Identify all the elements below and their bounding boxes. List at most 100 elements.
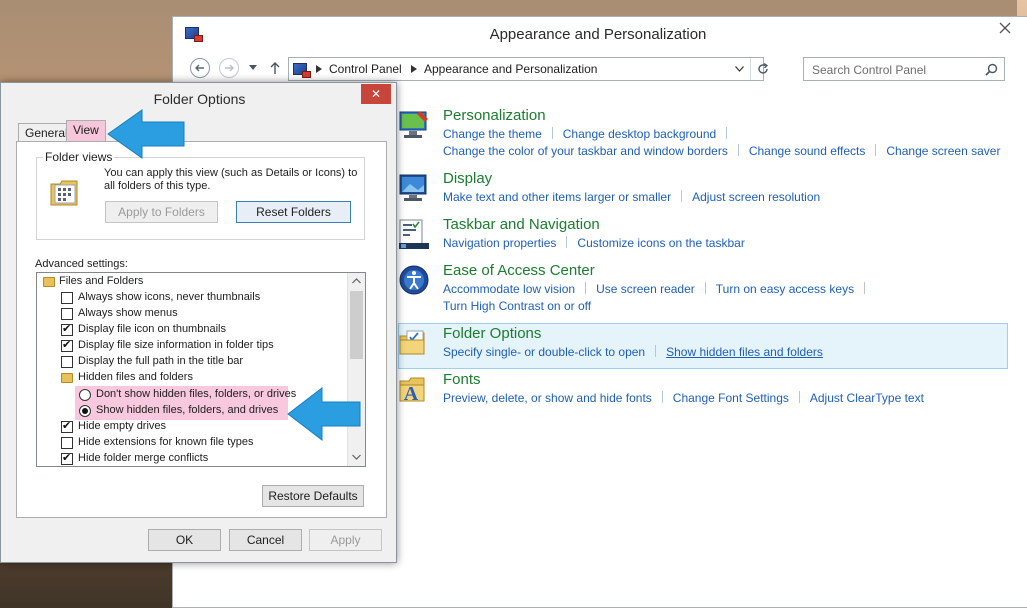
- link-single-double-click[interactable]: Specify single- or double-click to open: [443, 345, 645, 359]
- category-links: Change the theme Change desktop backgroun…: [443, 127, 737, 141]
- arrow-left-icon: [195, 64, 204, 72]
- category-ease-of-access: Ease of Access Center Accommodate low vi…: [398, 262, 1006, 318]
- tree-label: Hide extensions for known file types: [78, 436, 254, 448]
- category-links: Preview, delete, or show and hide fonts C…: [443, 391, 924, 405]
- category-links: Accommodate low vision Use screen reader T…: [443, 282, 875, 296]
- link-separator: [551, 127, 553, 139]
- scroll-down-icon[interactable]: [352, 454, 361, 460]
- tree-label: Files and Folders: [59, 275, 144, 287]
- search-icon[interactable]: [985, 63, 998, 76]
- ok-button[interactable]: OK: [148, 529, 221, 551]
- tree-label: Display file icon on thumbnails: [78, 323, 226, 335]
- checkbox[interactable]: [61, 292, 73, 304]
- link-separator: [737, 144, 739, 156]
- apply-button[interactable]: Apply: [309, 529, 382, 551]
- search-placeholder: Search Control Panel: [812, 63, 927, 77]
- tab-general-label: General: [25, 126, 68, 140]
- radio-button[interactable]: [79, 405, 91, 417]
- personalization-icon: [399, 111, 428, 138]
- folder-view-icon: [50, 180, 78, 206]
- annotation-arrow-left-icon: [287, 386, 361, 442]
- link-navigation-properties[interactable]: Navigation properties: [443, 236, 556, 250]
- forward-button[interactable]: [219, 58, 239, 78]
- link-show-hidden-files[interactable]: Show hidden files and folders: [666, 345, 823, 359]
- link-change-desktop-background[interactable]: Change desktop background: [563, 127, 716, 141]
- category-links: Turn High Contrast on or off: [443, 299, 591, 313]
- restore-defaults-button[interactable]: Restore Defaults: [262, 485, 364, 507]
- apply-to-folders-button[interactable]: Apply to Folders: [105, 201, 218, 223]
- category-links: Navigation properties Customize icons on …: [443, 236, 745, 250]
- link-adjust-screen-resolution[interactable]: Adjust screen resolution: [692, 190, 820, 204]
- refresh-icon[interactable]: [756, 62, 770, 76]
- address-bar[interactable]: Control Panel Appearance and Personaliza…: [288, 57, 769, 81]
- category-title-taskbar[interactable]: Taskbar and Navigation: [443, 216, 600, 233]
- breadcrumb-appearance[interactable]: Appearance and Personalization: [424, 62, 597, 76]
- category-links: Change the color of your taskbar and win…: [443, 144, 1000, 158]
- dialog-title: Folder Options: [153, 91, 246, 107]
- dialog-close-button[interactable]: ✕: [361, 84, 391, 104]
- view-tab-panel: Folder views You can apply this view (su…: [16, 141, 387, 518]
- category-title-display[interactable]: Display: [443, 170, 492, 187]
- link-change-sound-effects[interactable]: Change sound effects: [749, 144, 866, 158]
- tree-label: Show hidden files, folders, and drives: [96, 404, 279, 416]
- folder-views-description: You can apply this view (such as Details…: [104, 167, 358, 192]
- recent-locations-chevron-icon[interactable]: [249, 65, 257, 71]
- tree-label: Don't show hidden files, folders, or dri…: [96, 388, 297, 400]
- link-high-contrast[interactable]: Turn High Contrast on or off: [443, 299, 591, 313]
- tab-view[interactable]: View: [66, 120, 106, 142]
- breadcrumb-control-panel[interactable]: Control Panel: [329, 62, 402, 76]
- link-separator: [864, 282, 866, 294]
- search-input[interactable]: Search Control Panel: [803, 57, 1005, 81]
- link-separator: [726, 127, 728, 139]
- category-title-folder-options[interactable]: Folder Options: [443, 325, 541, 342]
- navigation-bar: Control Panel Appearance and Personaliza…: [173, 55, 1027, 83]
- arrow-right-icon: [225, 64, 234, 72]
- folder-options-icon: [399, 330, 425, 355]
- checkbox[interactable]: [61, 356, 73, 368]
- breadcrumb-separator-icon[interactable]: [316, 65, 322, 73]
- folder-views-group: Folder views You can apply this view (su…: [36, 150, 365, 240]
- display-icon: [399, 174, 427, 201]
- tree-label: Hidden files and folders: [78, 371, 193, 383]
- link-customize-taskbar-icons[interactable]: Customize icons on the taskbar: [577, 236, 744, 250]
- radio-button[interactable]: [79, 389, 91, 401]
- scroll-up-icon[interactable]: [352, 278, 361, 284]
- link-change-theme[interactable]: Change the theme: [443, 127, 542, 141]
- ease-of-access-icon: [399, 265, 429, 295]
- link-adjust-cleartype[interactable]: Adjust ClearType text: [810, 391, 924, 405]
- category-title-personalization[interactable]: Personalization: [443, 107, 546, 124]
- close-icon[interactable]: [991, 18, 1019, 38]
- link-turn-on-access-keys[interactable]: Turn on easy access keys: [716, 282, 854, 296]
- category-links: Make text and other items larger or smal…: [443, 190, 820, 204]
- reset-folders-button[interactable]: Reset Folders: [236, 201, 351, 223]
- link-make-text-larger[interactable]: Make text and other items larger or smal…: [443, 190, 671, 204]
- scroll-thumb[interactable]: [350, 291, 363, 359]
- taskbar-icon: [399, 219, 429, 249]
- cancel-button[interactable]: Cancel: [229, 529, 302, 551]
- link-accommodate-low-vision[interactable]: Accommodate low vision: [443, 282, 575, 296]
- category-fonts: A Fonts Preview, delete, or show and hid…: [398, 371, 1006, 411]
- back-button[interactable]: [190, 58, 210, 78]
- link-change-screen-saver[interactable]: Change screen saver: [886, 144, 1000, 158]
- folder-icon: [61, 373, 73, 383]
- link-change-taskbar-color[interactable]: Change the color of your taskbar and win…: [443, 144, 728, 158]
- checkbox[interactable]: [61, 308, 73, 320]
- checkbox[interactable]: [61, 338, 73, 352]
- link-change-font-settings[interactable]: Change Font Settings: [673, 391, 789, 405]
- checkbox[interactable]: [61, 451, 73, 465]
- link-separator: [585, 282, 587, 294]
- address-divider: [750, 58, 751, 80]
- tree-label: Always show menus: [78, 307, 178, 319]
- link-preview-fonts[interactable]: Preview, delete, or show and hide fonts: [443, 391, 652, 405]
- checkbox[interactable]: [61, 419, 73, 433]
- breadcrumb-separator-icon[interactable]: [411, 65, 417, 73]
- link-separator: [798, 391, 800, 403]
- up-arrow-icon[interactable]: [269, 61, 281, 75]
- link-use-screen-reader[interactable]: Use screen reader: [596, 282, 695, 296]
- category-title-ease-of-access[interactable]: Ease of Access Center: [443, 262, 595, 279]
- checkbox[interactable]: [61, 437, 73, 449]
- address-dropdown-chevron-icon[interactable]: [735, 66, 744, 72]
- checkbox[interactable]: [61, 322, 73, 336]
- category-title-fonts[interactable]: Fonts: [443, 371, 481, 388]
- folder-icon: [43, 277, 55, 287]
